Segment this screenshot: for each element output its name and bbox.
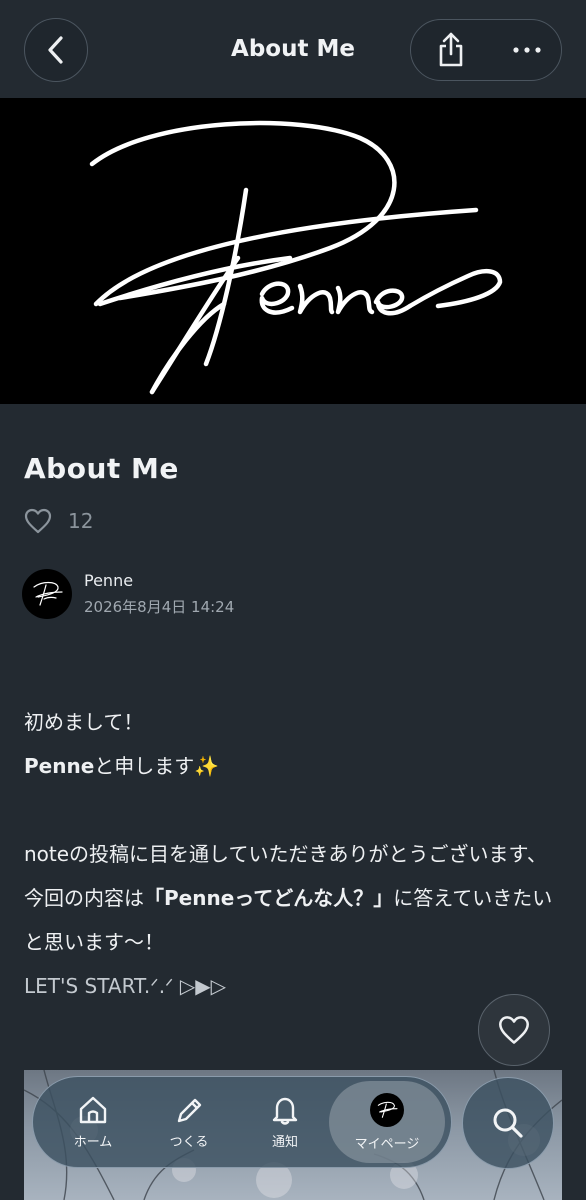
like-count: 12	[68, 509, 94, 533]
penne-script-logo	[89, 120, 503, 395]
share-button[interactable]	[431, 30, 471, 70]
avatar[interactable]	[22, 569, 72, 619]
header-actions	[410, 19, 562, 81]
publish-date: 2026年8月4日 14:24	[84, 598, 235, 616]
paragraph-thanks: noteの投稿に目を通していただきありがとうございます、今回の内容は「Penne…	[24, 832, 564, 964]
back-button[interactable]	[24, 18, 88, 82]
sparkle-emoji: ✨	[194, 754, 220, 778]
header-image	[0, 98, 586, 404]
search-icon	[493, 1108, 523, 1138]
top-bar: About Me	[0, 0, 586, 98]
author-info[interactable]: Penne 2026年8月4日 14:24	[22, 569, 234, 619]
paragraph-start: LET'S START.ᐟ.ᐟ ▷▶▷	[24, 974, 227, 998]
penne-avatar-logo	[33, 581, 63, 606]
heart-icon	[499, 1016, 529, 1044]
author-name[interactable]: Penne	[84, 570, 234, 592]
bottom-navigation: ホーム つくる 通知 マイページ	[32, 1076, 452, 1168]
heart-icon[interactable]	[24, 508, 52, 534]
bell-icon	[272, 1097, 298, 1125]
nav-label-create: つくる	[169, 1134, 209, 1150]
more-horizontal-icon	[513, 47, 541, 53]
like-row: 12	[24, 508, 93, 534]
share-icon	[439, 32, 463, 67]
home-icon	[79, 1096, 107, 1123]
mypage-avatar	[370, 1092, 404, 1127]
search-button[interactable]	[462, 1077, 554, 1169]
nav-label-notifications: 通知	[271, 1134, 298, 1150]
article-title: About Me	[24, 452, 179, 485]
paragraph-intro: Penneと申します✨	[24, 744, 564, 788]
nav-label-mypage: マイページ	[354, 1136, 420, 1152]
page-title: About Me	[231, 36, 355, 62]
intro-text: と申します	[94, 754, 195, 778]
penne-avatar-logo	[377, 1101, 398, 1118]
bold-topic: 「Penneってどんな人？」	[144, 886, 394, 910]
article-body: 初めまして！ Penneと申します✨ noteの投稿に目を通していただきありがと…	[24, 700, 564, 1008]
nav-create[interactable]: つくる	[143, 1077, 235, 1167]
chevron-left-icon	[48, 36, 63, 64]
pencil-icon	[177, 1098, 202, 1122]
bold-name: Penne	[24, 754, 95, 778]
more-button[interactable]	[505, 30, 549, 70]
nav-mypage[interactable]: マイページ	[341, 1077, 433, 1167]
nav-home[interactable]: ホーム	[47, 1077, 139, 1167]
floating-like-button[interactable]	[478, 994, 550, 1066]
nav-notifications[interactable]: 通知	[239, 1077, 331, 1167]
paragraph-greeting: 初めまして！	[24, 710, 144, 734]
nav-label-home: ホーム	[73, 1134, 113, 1150]
